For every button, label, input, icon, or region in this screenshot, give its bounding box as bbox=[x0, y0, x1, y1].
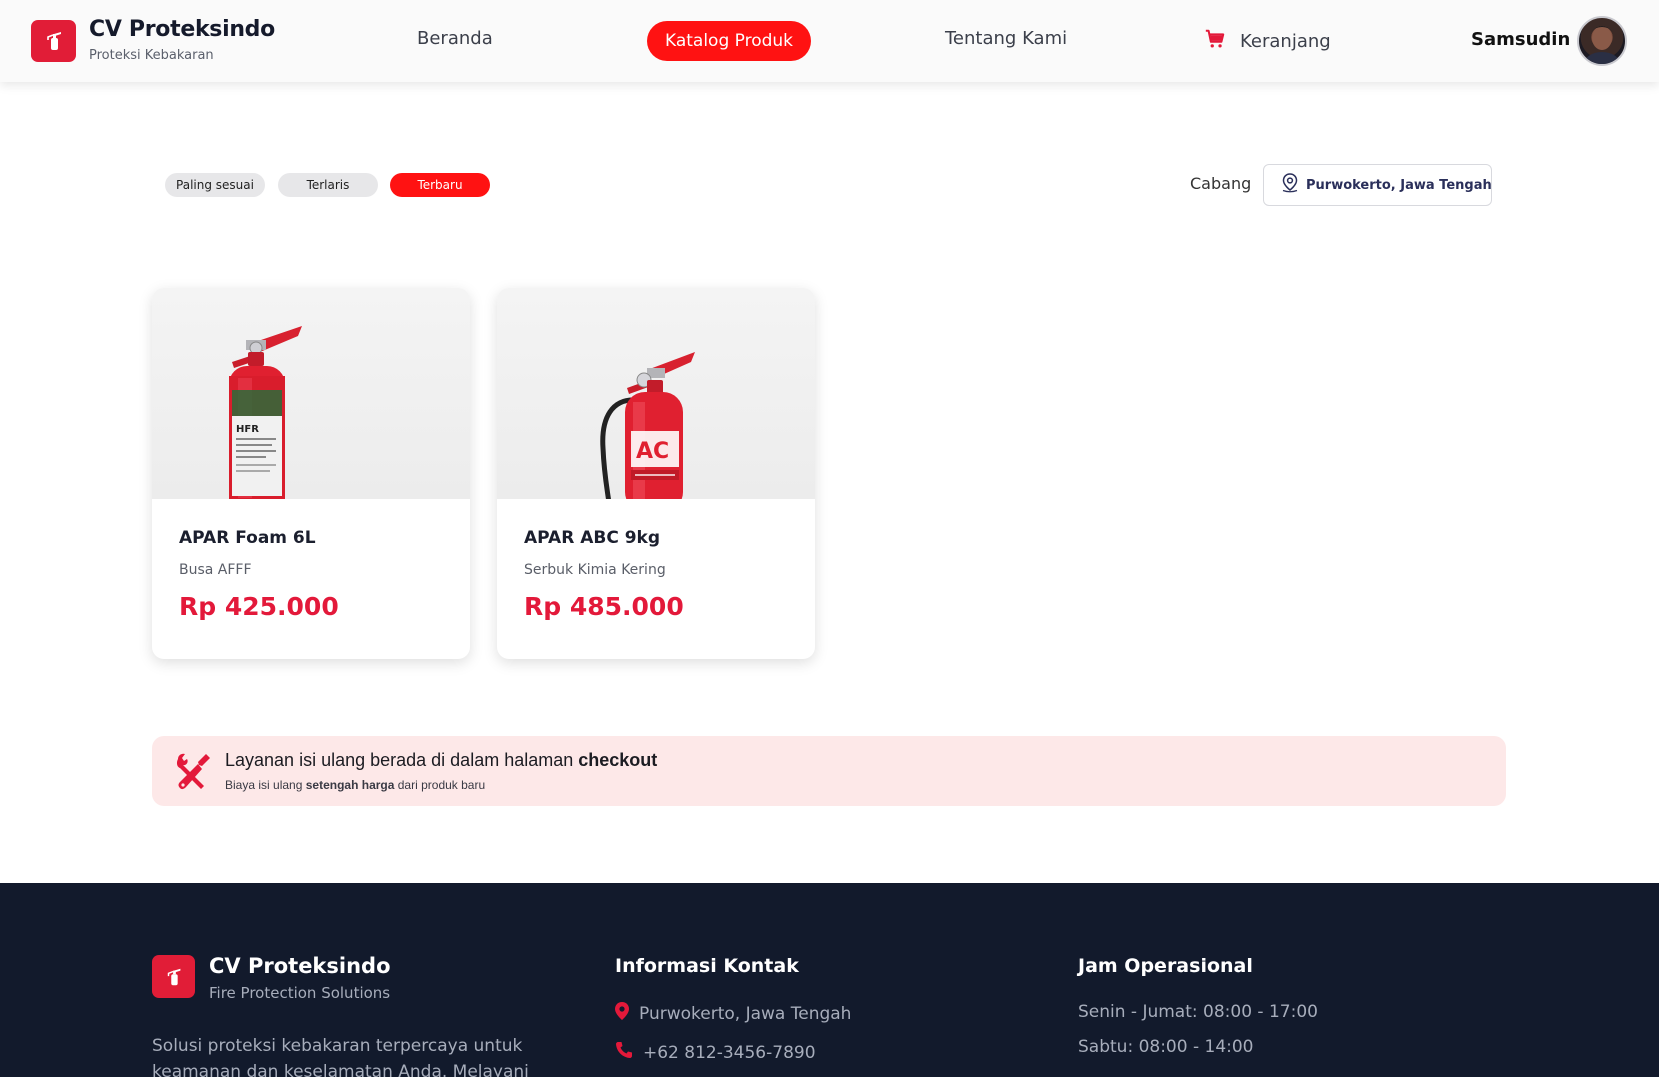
footer-phone[interactable]: +62 812-3456-7890 bbox=[615, 1041, 816, 1064]
saturday-hours: Sabtu: 08:00 - 14:00 bbox=[1078, 1037, 1254, 1057]
hours-heading: Jam Operasional bbox=[1078, 955, 1253, 977]
product-type: Serbuk Kimia Kering bbox=[524, 562, 666, 578]
footer-brand-name: CV Proteksindo bbox=[209, 954, 391, 978]
product-price: Rp 485.000 bbox=[524, 592, 684, 621]
banner-title: Layanan isi ulang berada di dalam halama… bbox=[225, 750, 657, 771]
banner-sub-suffix: dari produk baru bbox=[394, 778, 486, 792]
sort-bestseller-chip[interactable]: Terlaris bbox=[278, 173, 378, 197]
product-name[interactable]: APAR Foam 6L bbox=[179, 528, 339, 548]
banner-title-text: Layanan isi ulang berada di dalam halama… bbox=[225, 750, 579, 770]
address-text: Purwokerto, Jawa Tengah bbox=[639, 1003, 852, 1024]
phone-icon bbox=[615, 1041, 633, 1064]
product-card[interactable]: HFR APAR Foam 6L Busa AFFF Rp 425.000 bbox=[152, 288, 470, 659]
weekday-hours: Senin - Jumat: 08:00 - 17:00 bbox=[1078, 1002, 1318, 1022]
footer: CV Proteksindo Fire Protection Solutions… bbox=[0, 883, 1659, 1077]
branch-value: Purwokerto, Jawa Tengah bbox=[1306, 177, 1492, 193]
cart-icon bbox=[1204, 28, 1226, 55]
location-pin-icon bbox=[1280, 172, 1300, 198]
user-name[interactable]: Samsudin bbox=[1471, 29, 1570, 50]
top-navbar: CV Proteksindo Proteksi Kebakaran Berand… bbox=[0, 0, 1659, 82]
branch-label: Cabang bbox=[1190, 174, 1252, 193]
nav-cart-link[interactable]: Keranjang bbox=[1204, 28, 1331, 55]
cart-label: Keranjang bbox=[1240, 31, 1331, 52]
branch-selector[interactable]: Purwokerto, Jawa Tengah bbox=[1263, 164, 1492, 206]
brand-tagline: Proteksi Kebakaran bbox=[89, 48, 214, 63]
banner-sub-bold: setengah harga bbox=[305, 778, 395, 792]
product-card[interactable]: AC APAR ABC 9kg Serbuk Kimia Kering Rp 4… bbox=[497, 288, 815, 659]
product-image: AC bbox=[497, 288, 815, 512]
footer-description: Solusi proteksi kebakaran terpercaya unt… bbox=[152, 1036, 529, 1077]
user-avatar[interactable] bbox=[1577, 16, 1627, 66]
fire-extinguisher-logo-icon bbox=[152, 955, 195, 998]
brand-name[interactable]: CV Proteksindo bbox=[89, 17, 275, 42]
footer-brand-tagline: Fire Protection Solutions bbox=[209, 984, 391, 1002]
nav-catalog-link[interactable]: Katalog Produk bbox=[647, 21, 811, 61]
contact-heading: Informasi Kontak bbox=[615, 955, 799, 977]
product-type: Busa AFFF bbox=[179, 562, 252, 578]
product-image: HFR bbox=[152, 288, 470, 506]
nav-about-link[interactable]: Tentang Kami bbox=[945, 28, 1067, 49]
sort-newest-chip[interactable]: Terbaru bbox=[390, 173, 490, 197]
product-label-text: HFR bbox=[236, 424, 259, 435]
map-pin-icon bbox=[615, 1002, 629, 1025]
fire-extinguisher-logo-icon[interactable] bbox=[31, 20, 76, 62]
nav-home-link[interactable]: Beranda bbox=[417, 28, 493, 49]
refill-info-banner: Layanan isi ulang berada di dalam halama… bbox=[152, 736, 1506, 806]
banner-title-bold: checkout bbox=[578, 750, 658, 770]
product-label-text: AC bbox=[636, 439, 669, 464]
banner-subtitle: Biaya isi ulang setengah harga dari prod… bbox=[225, 778, 485, 792]
footer-address: Purwokerto, Jawa Tengah bbox=[615, 1002, 851, 1025]
tools-icon bbox=[172, 751, 212, 795]
banner-sub-prefix: Biaya isi ulang bbox=[225, 778, 306, 792]
product-name[interactable]: APAR ABC 9kg bbox=[524, 528, 684, 548]
phone-text: +62 812-3456-7890 bbox=[643, 1042, 816, 1063]
sort-relevant-chip[interactable]: Paling sesuai bbox=[165, 173, 265, 197]
product-price: Rp 425.000 bbox=[179, 592, 339, 621]
